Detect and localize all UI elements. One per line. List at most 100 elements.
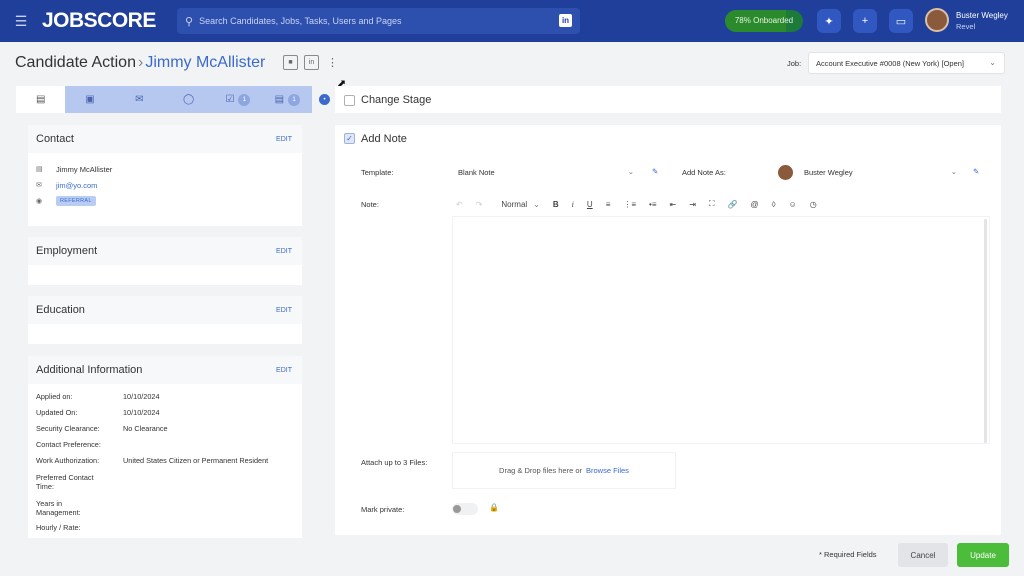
note-as-value: Buster Wegley [804,168,853,177]
circle-icon: ◯ [183,94,195,105]
education-header: Education EDIT [28,296,302,324]
editor-scrollbar[interactable] [984,219,987,443]
contact-name-row: ▤ Jimmy McAllister [28,161,302,177]
browse-files-link[interactable]: Browse Files [586,466,629,475]
menu-icon[interactable]: ☰ [0,0,42,42]
info-value: 10/10/2024 [123,392,160,401]
job-label: Job: [787,59,802,68]
tag-icon[interactable]: ◊ [772,200,776,209]
align-icon[interactable]: ≡ [606,200,611,209]
magic-wand-icon[interactable]: ✦ [817,9,841,33]
info-row: Work Authorization: United States Citizen… [28,456,302,473]
tab-documents[interactable]: ▤ 1 [263,86,312,113]
italic-icon[interactable]: i [572,200,574,209]
add-note-checkbox[interactable]: ✓ [344,133,355,144]
contact-edit-link[interactable]: EDIT [276,136,292,143]
search-input[interactable]: Search Candidates, Jobs, Tasks, Users an… [199,16,401,26]
fullscreen-icon[interactable]: ⛶ [709,199,715,209]
info-value: United States Citizen or Permanent Resid… [123,456,269,465]
info-value: 10/10/2024 [123,408,160,417]
tab-email[interactable]: ✉ [115,86,164,113]
info-key: Updated On: [36,408,78,417]
additional-info-edit-link[interactable]: EDIT [276,367,292,374]
linkedin-profile-icon[interactable]: in [304,55,319,70]
outdent-icon[interactable]: ⇤ [670,200,677,209]
note-as-label: Add Note As: [682,168,726,177]
global-search[interactable]: ⚲ Search Candidates, Jobs, Tasks, Users … [177,8,580,34]
user-name[interactable]: Buster Wegley [956,11,1008,20]
additional-info-title: Additional Information [36,364,143,376]
drop-text: Drag & Drop files here or [499,466,582,475]
tab-notes[interactable]: ▣ [65,86,114,113]
education-edit-link[interactable]: EDIT [276,307,292,314]
profile-card-icon[interactable]: ■ [283,55,298,70]
source-icon: ◉ [36,198,43,205]
info-key: Work Authorization: [36,456,100,465]
redo-icon[interactable]: ↷ [476,200,483,209]
contact-email-row: ✉ jim@yo.com [28,177,302,193]
change-stage-section [335,86,1001,113]
employment-edit-link[interactable]: EDIT [276,248,292,255]
search-icon: ⚲ [185,15,194,28]
private-toggle[interactable] [452,503,478,515]
onboarded-progress[interactable]: 78% Onboarded [725,10,803,32]
lock-icon: 🔒 [489,503,499,512]
linkedin-icon[interactable]: in [559,14,572,27]
candidate-name-link[interactable]: Jimmy McAllister [145,54,265,71]
indent-icon[interactable]: ⇥ [689,200,696,209]
user-avatar[interactable] [925,8,949,32]
collapse-toggle[interactable]: • [319,94,330,105]
attach-label: Attach up to 3 Files: [361,458,428,467]
employment-panel: Employment EDIT [28,237,302,285]
emoji-icon[interactable]: ☺ [789,200,797,209]
logo[interactable]: JOBSCORE [42,9,178,33]
info-value [123,440,302,456]
update-button[interactable]: Update [957,543,1009,567]
chevron-down-icon: ⌄ [627,167,634,176]
info-row: Security Clearance: No Clearance [28,424,302,440]
job-select[interactable]: Account Executive #0008 (New York) [Open… [808,52,1005,74]
file-dropzone[interactable]: Drag & Drop files here or Browse Files [452,452,676,489]
info-value: No Clearance [123,424,168,433]
contact-header: Contact EDIT [28,125,302,153]
undo-icon[interactable]: ↶ [456,200,463,209]
bullet-list-icon[interactable]: •≡ [649,200,656,209]
cancel-button[interactable]: Cancel [898,543,948,567]
info-key: Years in Management: [36,499,81,517]
envelope-icon: ✉ [36,182,42,189]
bold-icon[interactable]: B [553,200,559,209]
add-note-label[interactable]: Add Note [361,133,407,145]
info-row: Preferred Contact Time: [28,473,302,499]
tab-chrome[interactable]: ◯ [164,86,213,113]
tab-tasks[interactable]: ☑ 1 [213,86,262,113]
template-select[interactable]: Blank Note ⌄ [452,162,640,183]
change-stage-checkbox[interactable] [344,95,355,106]
contact-source-row: ◉ REFERRAL [28,193,302,209]
education-panel: Education EDIT [28,296,302,344]
info-row: Applied on: 10/10/2024 [28,392,302,408]
plus-icon[interactable]: + [853,9,877,33]
employment-header: Employment EDIT [28,237,302,265]
underline-icon[interactable]: U [587,200,593,209]
format-select[interactable]: Normal [501,200,527,209]
link-icon[interactable]: 🔗 [728,200,738,209]
tab-profile[interactable]: ▤ [16,86,66,113]
note-editor[interactable] [452,216,990,444]
clock-icon[interactable]: ◷ [810,200,817,209]
info-key: Preferred Contact Time: [36,473,94,491]
job-select-value: Account Executive #0008 (New York) [Open… [816,59,965,68]
ordered-list-icon[interactable]: ⋮≡ [623,200,636,209]
tablet-icon[interactable]: ▭ [889,9,913,33]
tasks-count-badge: 1 [238,93,251,106]
documents-count-badge: 1 [288,93,301,106]
source-tag: REFERRAL [56,196,96,206]
change-stage-label[interactable]: Change Stage [361,94,431,106]
contact-email-link[interactable]: jim@yo.com [56,181,97,190]
pencil-icon[interactable]: ✎ [973,167,979,176]
note-as-select[interactable]: Buster Wegley ⌄ [776,162,963,183]
contact-title: Contact [36,133,74,145]
chevron-down-icon[interactable]: ⌄ [533,200,540,209]
mention-icon[interactable]: @ [750,200,758,209]
list-icon[interactable]: ⋮ [325,55,340,70]
pencil-icon[interactable]: ✎ [652,167,658,176]
